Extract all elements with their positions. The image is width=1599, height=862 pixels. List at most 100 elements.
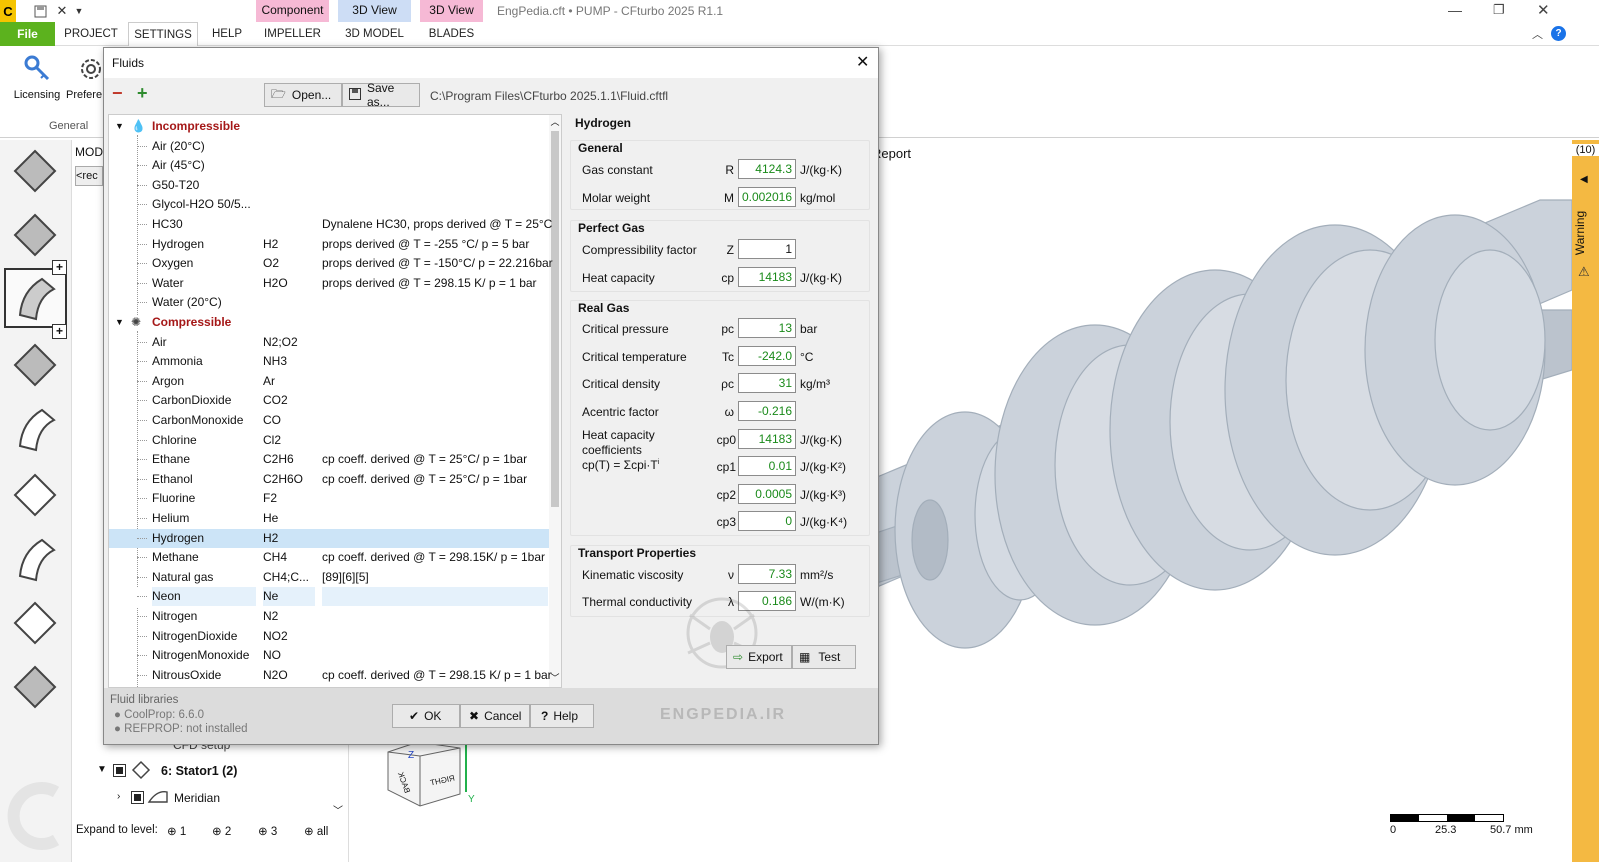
- file-tab[interactable]: File: [0, 22, 55, 46]
- save-icon[interactable]: [32, 2, 48, 20]
- export-button[interactable]: ⇨ Export: [726, 645, 792, 669]
- tree-vscrollbar[interactable]: ︿ ﹀: [549, 115, 561, 687]
- fluid-row[interactable]: NitrogenDioxide NO2: [109, 627, 549, 647]
- customize-toolbar-icon[interactable]: ▼: [72, 2, 86, 20]
- expand-level-1[interactable]: ⊕ 1: [167, 824, 186, 838]
- component-shape-icon[interactable]: [12, 212, 58, 258]
- test-button[interactable]: ▦ Test: [792, 645, 856, 669]
- expand-warnings-icon[interactable]: ◀: [1580, 174, 1588, 185]
- fluid-row[interactable]: NitrogenMonoxide NO: [109, 646, 549, 666]
- tab-settings[interactable]: SETTINGS: [128, 22, 198, 46]
- scroll-up-icon[interactable]: ︿: [549, 115, 561, 128]
- blade-icon[interactable]: [12, 536, 58, 582]
- kin-visc-field[interactable]: 7.33: [738, 564, 796, 584]
- ok-button[interactable]: ✔ OK: [392, 704, 460, 728]
- fluid-row[interactable]: Neon Ne: [109, 587, 549, 607]
- cancel-button[interactable]: ✖ Cancel: [460, 704, 530, 728]
- add-fluid-button[interactable]: +: [137, 84, 148, 102]
- tab-impeller[interactable]: IMPELLER: [256, 22, 329, 46]
- cp1-field[interactable]: 0.01: [738, 456, 796, 476]
- remove-fluid-button[interactable]: −: [112, 84, 123, 102]
- add-component-icon[interactable]: +: [52, 324, 67, 339]
- checkbox[interactable]: [131, 791, 144, 804]
- component-shape-icon[interactable]: [12, 664, 58, 710]
- component-shape-icon[interactable]: [12, 342, 58, 388]
- fluid-row[interactable]: Glycol-H2O 50/5...: [109, 195, 549, 215]
- expand-level-3[interactable]: ⊕ 3: [258, 824, 277, 838]
- component-shape-icon[interactable]: [12, 600, 58, 646]
- selected-component-frame[interactable]: [4, 268, 67, 328]
- fluid-name: Hydrogen: [152, 530, 205, 545]
- fluid-row[interactable]: G50-T20: [109, 176, 549, 196]
- warning-panel[interactable]: (10) ◀ Warning ⚠: [1572, 140, 1599, 862]
- crit-pressure-field[interactable]: 13: [738, 318, 796, 338]
- fluid-row[interactable]: Fluorine F2: [109, 489, 549, 509]
- compressibility-field[interactable]: 1: [738, 239, 796, 259]
- fluid-row[interactable]: Natural gas CH4;C... [89][6][5]: [109, 568, 549, 588]
- fluid-row[interactable]: Oxygen O2 props derived @ T = -150°C/ p = …: [109, 254, 553, 274]
- collapse-icon[interactable]: ▼: [115, 117, 124, 136]
- minimize-button[interactable]: —: [1448, 2, 1462, 18]
- fluid-row[interactable]: CarbonMonoxide CO: [109, 411, 549, 431]
- fluid-row[interactable]: Argon Ar: [109, 372, 549, 392]
- expand-level-all[interactable]: ⊕ all: [304, 824, 328, 838]
- fluid-row[interactable]: CarbonDioxide CO2: [109, 391, 549, 411]
- collapse-ribbon-icon[interactable]: ︿: [1532, 26, 1543, 42]
- tree-group-incompressible[interactable]: ▼ 💧 Incompressible: [109, 117, 549, 137]
- heat-capacity-field[interactable]: 14183: [738, 267, 796, 287]
- collapse-icon[interactable]: ▼: [115, 313, 124, 332]
- fluid-row[interactable]: Ammonia NH3: [109, 352, 549, 372]
- tab-help[interactable]: HELP: [205, 22, 249, 46]
- tab-blades[interactable]: BLADES: [420, 22, 483, 46]
- gas-constant-field[interactable]: 4124.3: [738, 159, 796, 179]
- tab-3d-model[interactable]: 3D MODEL: [338, 22, 411, 46]
- recent-dropdown[interactable]: <rec: [75, 166, 103, 186]
- cp0-field[interactable]: 14183: [738, 429, 796, 449]
- fluid-row[interactable]: Chlorine Cl2: [109, 431, 549, 451]
- meridian-item[interactable]: Meridian: [174, 791, 220, 805]
- fluid-row[interactable]: Air N2;O2: [109, 333, 549, 353]
- preferences-button[interactable]: Prefere: [66, 54, 106, 104]
- tree-scroll-down-icon[interactable]: ﹀: [333, 802, 343, 817]
- acentric-field[interactable]: -0.216: [738, 401, 796, 421]
- fluid-row[interactable]: Hydrogen H2 props derived @ T = -255 °C/ p…: [109, 235, 549, 255]
- component-shape-icon[interactable]: [12, 148, 58, 194]
- expand-toggle-icon[interactable]: ›: [117, 791, 120, 802]
- fluid-row[interactable]: Water (20°C): [109, 293, 549, 313]
- checkbox[interactable]: [113, 764, 126, 777]
- dialog-close-button[interactable]: ✕: [856, 52, 869, 72]
- fluid-row[interactable]: Ethane C2H6 cp coeff. derived @ T = 25°C/ …: [109, 450, 549, 470]
- tab-project[interactable]: PROJECT: [60, 22, 122, 46]
- fluid-row[interactable]: Air (45°C): [109, 156, 549, 176]
- molar-weight-field[interactable]: 0.002016: [738, 187, 796, 207]
- tree-group-compressible[interactable]: ▼ ✺ Compressible: [109, 313, 549, 333]
- component-shape-icon[interactable]: [12, 472, 58, 518]
- close-project-icon[interactable]: ✕: [54, 2, 70, 20]
- fluid-row[interactable]: HC30 Dynalene HC30, props derived @ T = 2…: [109, 215, 552, 235]
- fluid-row[interactable]: Ethanol C2H6O cp coeff. derived @ T = 25°C…: [109, 470, 549, 490]
- fluid-row[interactable]: Methane CH4 cp coeff. derived @ T = 298.15…: [109, 548, 549, 568]
- stator-item[interactable]: 6: Stator1 (2): [161, 764, 237, 778]
- cp3-field[interactable]: 0: [738, 511, 796, 531]
- close-window-button[interactable]: ✕: [1537, 1, 1550, 19]
- fluid-row[interactable]: Hydrogen H2: [109, 528, 549, 549]
- fluid-row[interactable]: NitrousOxide N2O cp coeff. derived @ T = 2…: [109, 666, 552, 686]
- save-as-button[interactable]: Save as...: [342, 81, 420, 109]
- fluid-row[interactable]: Air (20°C): [109, 137, 549, 157]
- fluid-row[interactable]: Water H2O props derived @ T = 298.15 K/ p …: [109, 274, 549, 294]
- crit-density-field[interactable]: 31: [738, 373, 796, 393]
- restore-button[interactable]: ❐: [1493, 2, 1505, 18]
- fluid-row[interactable]: Nitrogen N2: [109, 607, 549, 627]
- expand-toggle-icon[interactable]: ▼: [97, 764, 107, 775]
- help-button[interactable]: ? Help: [530, 704, 594, 728]
- blade-icon[interactable]: [12, 406, 58, 452]
- add-component-icon[interactable]: +: [52, 260, 67, 275]
- expand-level-2[interactable]: ⊕ 2: [212, 824, 231, 838]
- licensing-button[interactable]: Licensing: [8, 54, 66, 104]
- open-button[interactable]: 🗁 Open...: [264, 83, 342, 107]
- crit-temp-field[interactable]: -242.0: [738, 346, 796, 366]
- fluid-row[interactable]: Helium He: [109, 509, 549, 529]
- scroll-thumb[interactable]: [551, 131, 559, 507]
- cp2-field[interactable]: 0.0005: [738, 484, 796, 504]
- help-icon[interactable]: ?: [1551, 26, 1566, 41]
